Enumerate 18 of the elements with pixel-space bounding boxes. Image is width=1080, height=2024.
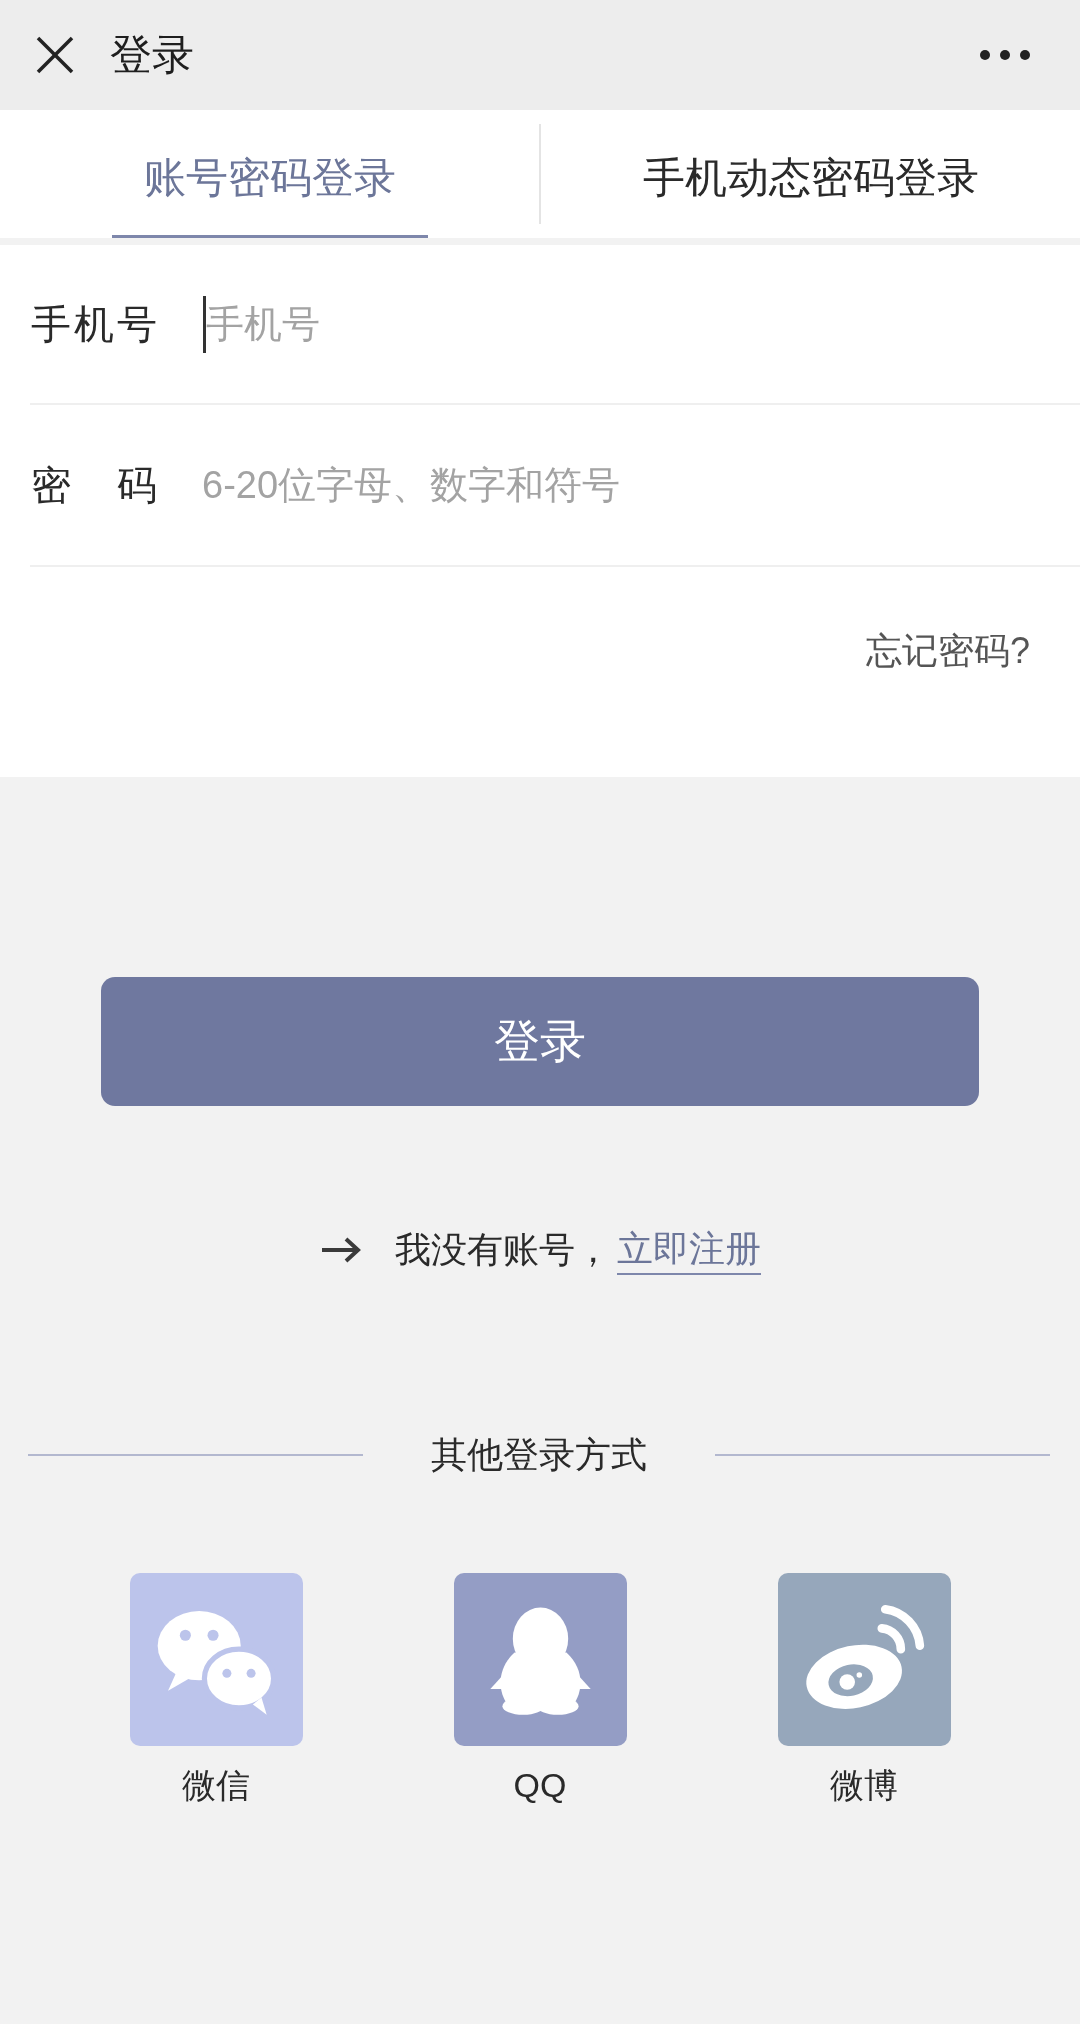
field-label: 手机号 (31, 301, 157, 348)
social-login-button[interactable]: QQ (453, 1573, 627, 1806)
section-heading: 其他登录方式 (431, 1433, 647, 1477)
more-icon[interactable] (980, 49, 1030, 61)
social-login-button[interactable]: 微信 (129, 1573, 303, 1806)
social-login-button[interactable]: 微博 (777, 1573, 951, 1806)
login-button[interactable]: 登录 (101, 977, 979, 1106)
password-input-field[interactable]: 6-20位字母、数字和符号 (202, 455, 1080, 515)
tab[interactable]: 账号密码登录 (111, 114, 428, 238)
close-icon[interactable] (36, 36, 74, 74)
register-prompt: 我没有账号， (394, 1228, 611, 1272)
forgot-password-link[interactable]: 忘记密码? (865, 629, 1030, 673)
field-label: 密 码 (31, 462, 157, 509)
tab[interactable]: 手机动态密码登录 (610, 114, 1011, 238)
arrow-right-icon (319, 1237, 362, 1263)
register-link[interactable]: 立即注册 (616, 1225, 761, 1275)
phone-input-field[interactable]: 手机号 (206, 294, 1080, 354)
page-title: 登录 (110, 30, 194, 80)
